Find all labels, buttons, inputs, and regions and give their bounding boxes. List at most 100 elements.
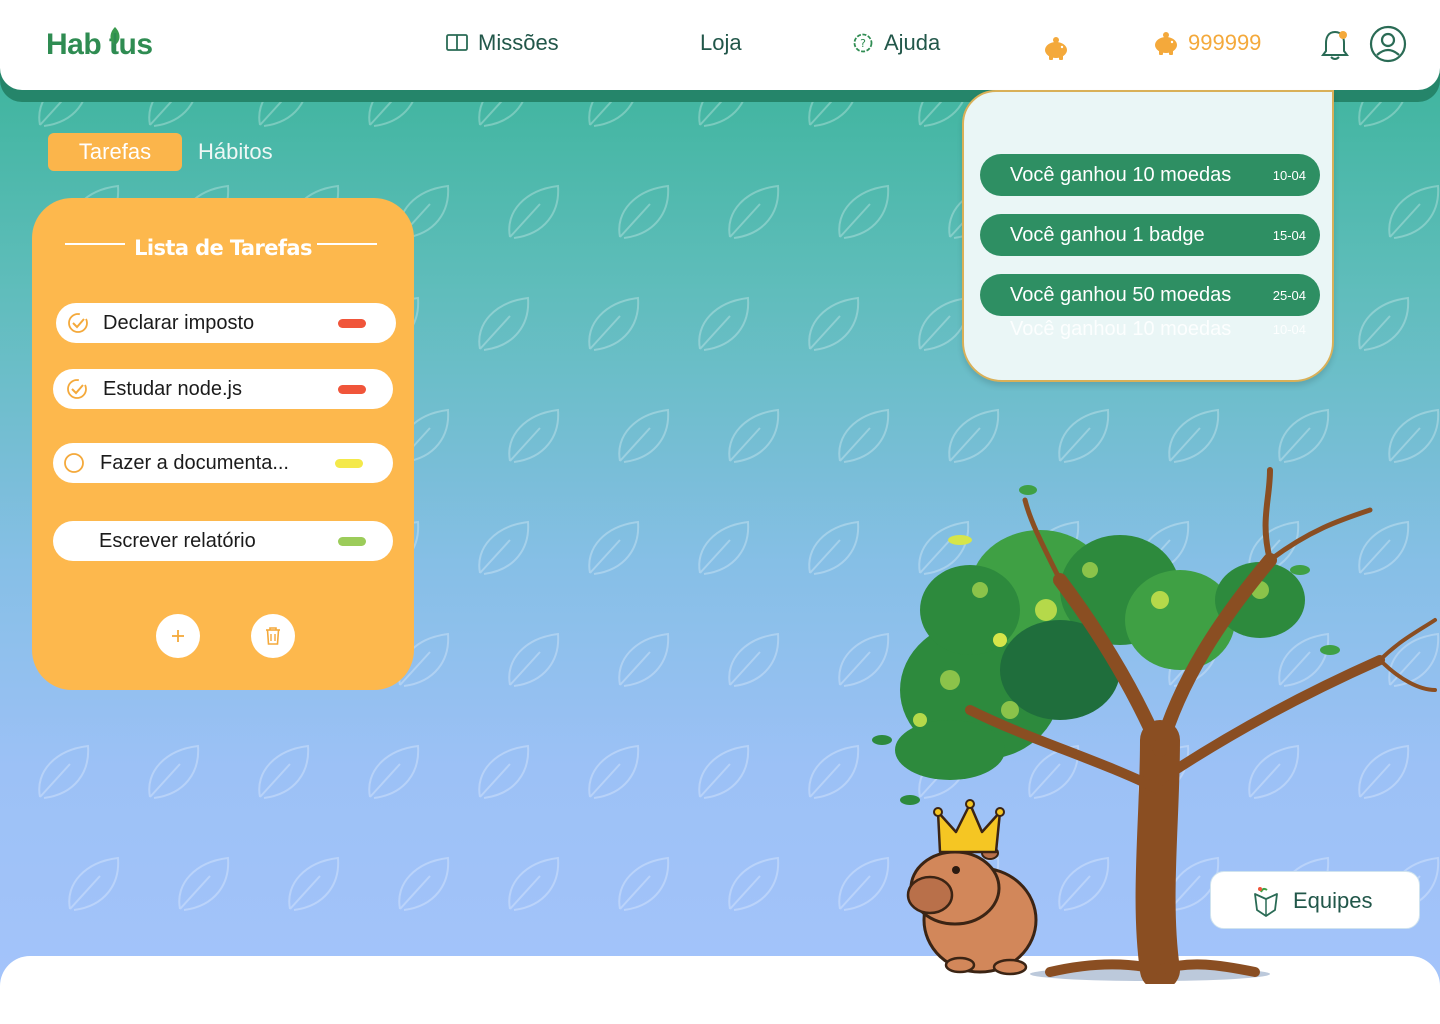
shield-plant-icon: [1254, 887, 1278, 917]
equipes-label: Equipes: [1293, 888, 1373, 913]
piggy-bank-icon[interactable]: [1042, 36, 1070, 60]
leaf-outline-icon: [698, 90, 748, 127]
coin-balance: 999999: [1152, 30, 1261, 56]
leaf-outline-icon: [508, 184, 560, 239]
leaf-outline-icon: [728, 856, 780, 911]
notification-date: 10-04: [1272, 168, 1306, 183]
priority-indicator-high: [338, 384, 366, 394]
leaf-outline-icon: [588, 90, 638, 127]
leaf-outline-icon: [258, 90, 308, 127]
priority-indicator-high: [338, 318, 366, 328]
leaf-outline-icon: [698, 296, 750, 351]
nav-missoes[interactable]: Missões: [446, 30, 559, 56]
notification-text: Você ganhou 1 badge: [1010, 224, 1205, 246]
notification-text: Você ganhou 10 moedas: [1010, 164, 1232, 186]
title-divider-right: [317, 243, 377, 245]
notification-text: Você ganhou 10 moedas: [1010, 318, 1232, 340]
leaf-outline-icon: [698, 744, 750, 799]
task-item[interactable]: Estudar node.js: [53, 369, 393, 409]
priority-indicator-low: [338, 536, 366, 546]
leaf-outline-icon: [808, 744, 860, 799]
leaf-outline-icon: [728, 632, 780, 687]
leaf-outline-icon: [148, 90, 198, 127]
leaf-outline-icon: [478, 296, 530, 351]
add-task-button[interactable]: [156, 614, 200, 658]
notifications-dropdown[interactable]: Você ganhou 10 moedas 10-04 Você ganhou …: [962, 90, 1334, 382]
habitus-logo[interactable]: Hab tus: [46, 27, 153, 62]
task-list-card: Lista de Tarefas Declarar imposto Estuda…: [32, 198, 414, 690]
leaf-outline-icon: [478, 520, 530, 575]
leaf-outline-icon: [808, 296, 860, 351]
leaf-outline-icon: [618, 632, 670, 687]
leaf-outline-icon: [1358, 296, 1410, 351]
leaf-logo-icon: [110, 27, 120, 53]
check-circle-icon[interactable]: [66, 378, 88, 400]
leaf-outline-icon: [288, 856, 340, 911]
nav-loja-label: Loja: [700, 30, 742, 55]
delete-task-button[interactable]: [251, 614, 295, 658]
leaf-outline-icon: [368, 90, 418, 127]
leaf-outline-icon: [258, 744, 310, 799]
leaf-outline-icon: [838, 184, 890, 239]
leaf-outline-icon: [38, 90, 88, 127]
leaf-outline-icon: [808, 520, 860, 575]
task-item[interactable]: Fazer a documenta...: [53, 443, 393, 483]
leaf-outline-icon: [918, 296, 970, 351]
leaf-outline-icon: [178, 856, 230, 911]
help-icon: ?: [853, 33, 873, 53]
user-profile-icon[interactable]: [1368, 24, 1408, 64]
nav-loja[interactable]: Loja: [700, 30, 742, 56]
notification-item[interactable]: Você ganhou 1 badge 15-04: [980, 214, 1320, 256]
leaf-outline-icon: [618, 856, 670, 911]
leaf-outline-icon: [728, 408, 780, 463]
leaf-outline-icon: [588, 744, 640, 799]
leaf-outline-icon: [1168, 408, 1220, 463]
leaf-outline-icon: [1358, 90, 1408, 127]
nav-missoes-label: Missões: [478, 30, 559, 55]
leaf-outline-icon: [1278, 408, 1330, 463]
task-label: Fazer a documenta...: [100, 451, 289, 474]
task-label: Estudar node.js: [103, 377, 242, 400]
leaf-outline-icon: [1058, 408, 1110, 463]
notification-item[interactable]: Você ganhou 10 moedas 10-04: [980, 154, 1320, 196]
leaf-outline-icon: [398, 856, 450, 911]
leaf-outline-icon: [508, 856, 560, 911]
bell-icon[interactable]: [1320, 28, 1350, 62]
leaf-outline-icon: [918, 90, 968, 127]
tab-habitos[interactable]: Hábitos: [198, 133, 273, 171]
leaf-outline-icon: [68, 856, 120, 911]
leaf-outline-icon: [698, 520, 750, 575]
leaf-outline-icon: [368, 744, 420, 799]
leaf-outline-icon: [618, 184, 670, 239]
notification-item-faded[interactable]: Você ganhou 10 moedas 10-04: [980, 308, 1320, 350]
leaf-outline-icon: [478, 744, 530, 799]
task-label: Declarar imposto: [103, 311, 255, 334]
notification-text: Você ganhou 50 moedas: [1010, 284, 1232, 306]
leaf-outline-icon: [38, 744, 90, 799]
leaf-outline-icon: [1388, 408, 1440, 463]
leaf-outline-icon: [478, 90, 528, 127]
task-label: Escrever relatório: [99, 529, 256, 552]
empty-circle-icon[interactable]: [63, 452, 85, 474]
leaf-outline-icon: [588, 296, 640, 351]
leaf-outline-icon: [808, 90, 858, 127]
check-circle-icon[interactable]: [67, 312, 89, 334]
equipes-button[interactable]: Equipes: [1210, 871, 1420, 929]
coin-count-value: 999999: [1188, 30, 1262, 55]
trash-icon: [266, 627, 280, 645]
task-item[interactable]: Declarar imposto: [56, 303, 396, 343]
view-tabs: Tarefas Hábitos: [48, 133, 273, 171]
notification-date: 15-04: [1272, 228, 1306, 243]
top-header: Hab tus Missões Loja ? Ajuda 999999: [0, 0, 1440, 90]
tab-tarefas[interactable]: Tarefas: [48, 133, 182, 171]
nav-ajuda[interactable]: ? Ajuda: [852, 30, 940, 56]
capybara-character: [906, 846, 1038, 976]
svg-text:?: ?: [860, 37, 866, 50]
leaf-outline-icon: [1388, 184, 1440, 239]
leaf-outline-icon: [588, 520, 640, 575]
piggy-coin-icon: [1155, 32, 1177, 55]
crown-icon: [933, 799, 1005, 854]
notification-date: 25-04: [1272, 288, 1306, 303]
book-icon: [446, 34, 468, 51]
task-item[interactable]: Escrever relatório: [53, 521, 393, 561]
